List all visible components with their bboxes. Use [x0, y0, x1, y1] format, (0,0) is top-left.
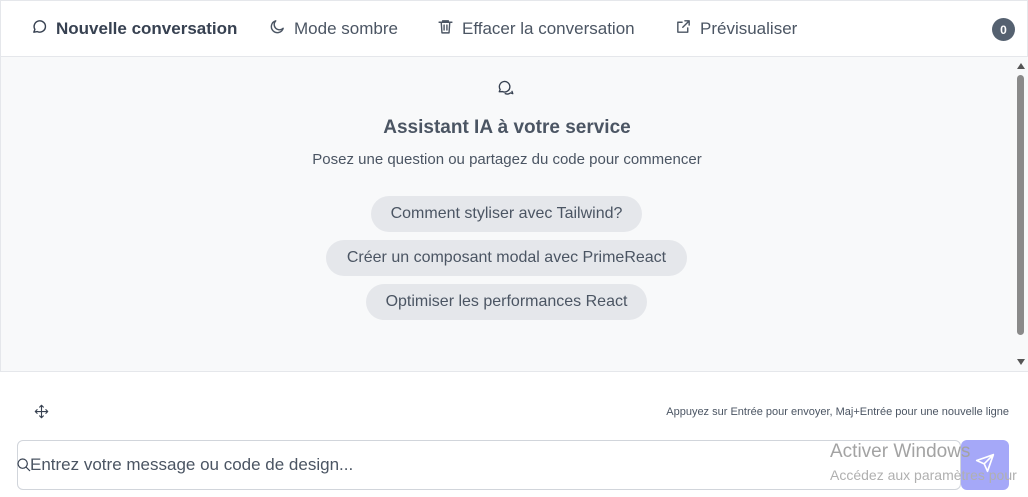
dark-mode-label: Mode sombre: [294, 19, 398, 38]
chat-bubbles-icon: [497, 79, 515, 97]
message-input[interactable]: [30, 441, 930, 489]
suggestion-chip[interactable]: Optimiser les performances React: [366, 284, 647, 320]
preview-button[interactable]: Prévisualiser: [675, 1, 797, 57]
scroll-thumb[interactable]: [1017, 75, 1024, 335]
windows-activation-title: Activer Windows: [830, 441, 971, 462]
dark-mode-button[interactable]: Mode sombre: [269, 1, 398, 57]
trash-icon: [437, 18, 454, 40]
message-input-box[interactable]: [17, 440, 961, 490]
clear-conversation-label: Effacer la conversation: [462, 19, 635, 38]
welcome-subtitle: Posez une question ou partagez du code p…: [312, 151, 702, 168]
windows-activation-subtitle: Accédez aux paramètres pour: [830, 467, 1017, 483]
scroll-down-arrow[interactable]: [1017, 359, 1025, 365]
chat-area: Assistant IA à votre service Posez une q…: [0, 57, 1028, 372]
clear-conversation-button[interactable]: Effacer la conversation: [437, 1, 635, 57]
moon-icon: [269, 18, 286, 40]
chat-scrollbar[interactable]: [1015, 61, 1025, 367]
keyboard-hint: Appuyez sur Entrée pour envoyer, Maj+Ent…: [666, 406, 1009, 418]
external-link-icon: [675, 18, 692, 40]
chat-bubble-icon: [31, 18, 48, 40]
scroll-up-arrow[interactable]: [1017, 63, 1025, 69]
welcome-title: Assistant IA à votre service: [383, 117, 631, 138]
suggestion-chip[interactable]: Comment styliser avec Tailwind?: [371, 196, 642, 232]
suggestion-chip[interactable]: Créer un composant modal avec PrimeReact: [326, 240, 687, 276]
notification-badge[interactable]: 0: [992, 18, 1015, 41]
new-conversation-button[interactable]: Nouvelle conversation: [31, 1, 237, 57]
toolbar: Nouvelle conversation Mode sombre Efface…: [0, 0, 1028, 57]
new-conversation-label: Nouvelle conversation: [56, 19, 238, 38]
preview-label: Prévisualiser: [700, 19, 798, 38]
move-icon[interactable]: [34, 404, 49, 419]
